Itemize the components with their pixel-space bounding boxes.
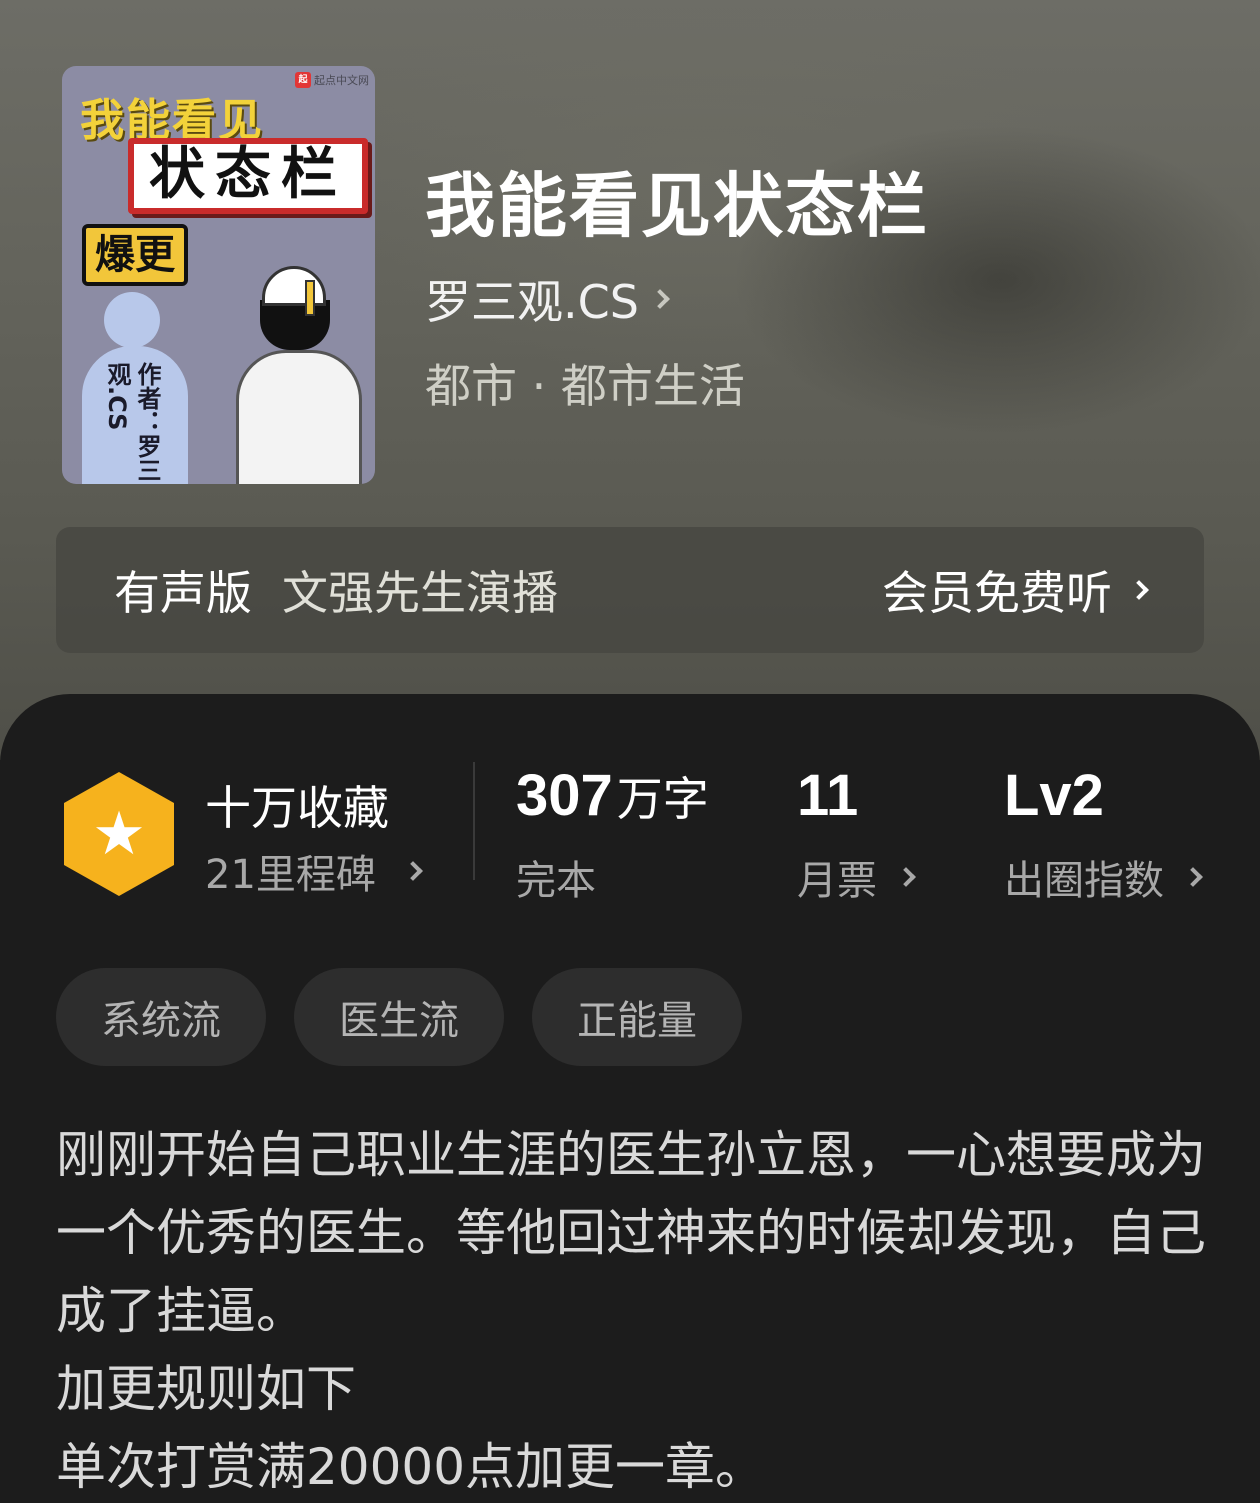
- audio-label: 有声版: [114, 566, 252, 620]
- cover-ghost-head: [104, 292, 160, 348]
- cover-badge-text: 爆更: [95, 232, 175, 278]
- cover-box-text: 状态栏: [149, 142, 347, 207]
- audio-narrator: 文强先生演播: [282, 566, 558, 620]
- chevron-right-icon: [1129, 580, 1149, 600]
- word-count-unit: 万字: [616, 773, 709, 825]
- influence-index-link[interactable]: 出圈指数: [1004, 848, 1203, 906]
- cover-doctor-hair: [260, 300, 330, 350]
- chevron-right-icon: [403, 861, 423, 881]
- completion-status: 完本: [516, 848, 596, 906]
- monthly-ticket-label: 月票: [797, 858, 877, 904]
- chevron-right-icon: [1183, 867, 1203, 887]
- cover-doctor-cap: [262, 266, 326, 306]
- cover-alert-icon: [305, 280, 315, 316]
- star-icon: ★: [92, 799, 146, 869]
- cover-author: 作者：罗三观.CS: [103, 362, 161, 482]
- influence-level: Lv2: [1004, 763, 1104, 828]
- description-paragraph: 加更规则如下: [56, 1360, 356, 1418]
- completion-status-label: 完本: [516, 858, 596, 904]
- audio-cta-label: 会员免费听: [882, 566, 1112, 620]
- word-count: 307万字: [516, 762, 709, 829]
- milestones-link[interactable]: 21里程碑: [205, 842, 423, 900]
- cover-badge: 爆更: [82, 224, 188, 286]
- cover-title-box: 状态栏: [128, 138, 368, 214]
- cover-brand: 起 起点中文网: [295, 72, 369, 88]
- author-name: 罗三观.CS: [425, 275, 639, 329]
- cover-brand-text: 起点中文网: [314, 74, 369, 87]
- book-cover[interactable]: 起 起点中文网 我能看见 状态栏 爆更 作者：罗三观.CS: [62, 66, 375, 484]
- chevron-right-icon: [650, 289, 670, 309]
- influence-index-label: 出圈指数: [1004, 858, 1164, 904]
- chevron-right-icon: [896, 867, 916, 887]
- milestones-label: 21里程碑: [205, 852, 376, 898]
- cover-doctor-body: [236, 350, 362, 484]
- book-genre: 都市 · 都市生活: [425, 359, 745, 413]
- description-paragraph: 单次打赏满20000点加更一章。: [56, 1438, 766, 1496]
- author-link[interactable]: 罗三观.CS: [425, 266, 670, 332]
- favorites-count[interactable]: 十万收藏: [205, 772, 389, 838]
- cover-brand-logo: 起: [295, 72, 311, 88]
- tag-chip[interactable]: 正能量: [532, 968, 742, 1066]
- tag-chip[interactable]: 医生流: [294, 968, 504, 1066]
- monthly-ticket-count: 11: [797, 763, 859, 828]
- member-free-listen-button[interactable]: 会员免费听: [882, 557, 1149, 623]
- book-title: 我能看见状态栏: [425, 164, 929, 247]
- tag-chip[interactable]: 系统流: [56, 968, 266, 1066]
- stats-divider: [473, 762, 475, 880]
- word-count-number: 307: [516, 763, 613, 828]
- description-paragraph: 刚刚开始自己职业生涯的医生孙立恩，一心想要成为一个优秀的医生。等他回过神来的时候…: [56, 1126, 1206, 1340]
- audio-version-bar[interactable]: 有声版 文强先生演播 会员免费听: [56, 527, 1204, 653]
- book-description[interactable]: 刚刚开始自己职业生涯的医生孙立恩，一心想要成为一个优秀的医生。等他回过神来的时候…: [56, 1116, 1206, 1503]
- monthly-ticket-link[interactable]: 月票: [797, 848, 916, 906]
